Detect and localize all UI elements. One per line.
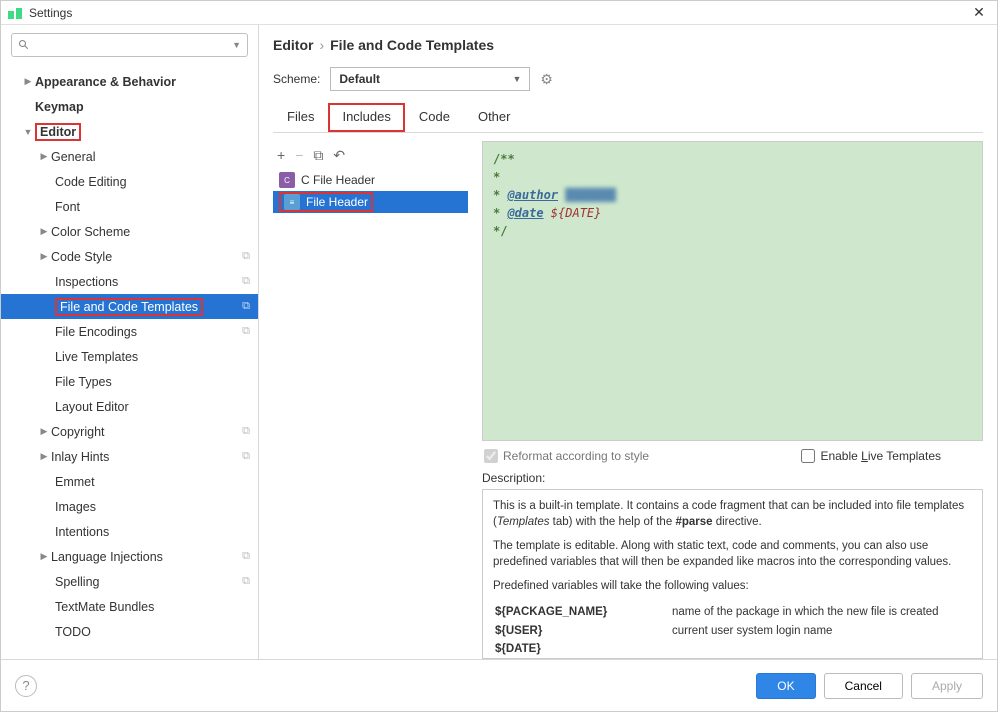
var-row: ${DATE} <box>495 641 970 657</box>
tree-layout-editor[interactable]: Layout Editor <box>1 394 258 419</box>
search-icon <box>18 39 30 51</box>
template-toolbar: + − ⧉ ↶ <box>273 141 468 169</box>
template-file-header[interactable]: ≡ File Header <box>273 191 468 213</box>
ok-button[interactable]: OK <box>756 673 815 699</box>
app-icon <box>7 5 23 21</box>
help-button[interactable]: ? <box>15 675 37 697</box>
copy-icon: ⧉ <box>242 575 250 588</box>
tree-font[interactable]: Font <box>1 194 258 219</box>
scheme-select[interactable]: Default▼ <box>330 67 530 91</box>
search-input[interactable] <box>34 38 232 52</box>
file-icon: ≡ <box>284 194 300 210</box>
gear-icon[interactable]: ⚙ <box>540 71 553 88</box>
editor-panel: /** * * @author ███████ * @date ${DATE} … <box>482 141 983 659</box>
tree-live-templates[interactable]: Live Templates <box>1 344 258 369</box>
search-box[interactable]: ▼ <box>11 33 248 57</box>
tree-inlay-hints[interactable]: ▶Inlay Hints⧉ <box>1 444 258 469</box>
undo-icon[interactable]: ↶ <box>333 147 345 164</box>
tab-code[interactable]: Code <box>405 103 464 132</box>
file-icon: C <box>279 172 295 188</box>
template-panel: + − ⧉ ↶ C C File Header ≡ Fi <box>273 141 468 659</box>
titlebar: Settings ✕ <box>1 1 997 25</box>
reformat-checkbox[interactable]: Reformat according to style <box>484 449 649 463</box>
copy-icon: ⧉ <box>242 300 250 313</box>
live-templates-checkbox[interactable]: Enable Live Templates <box>801 449 941 463</box>
tab-files[interactable]: Files <box>273 103 328 132</box>
tree-emmet[interactable]: Emmet <box>1 469 258 494</box>
tree-appearance[interactable]: ▶Appearance & Behavior <box>1 69 258 94</box>
tree-general[interactable]: ▶General <box>1 144 258 169</box>
copy-icon: ⧉ <box>242 250 250 263</box>
copy-icon: ⧉ <box>242 275 250 288</box>
copy-icon: ⧉ <box>242 550 250 563</box>
template-c-file-header[interactable]: C C File Header <box>273 169 468 191</box>
tree-inspections[interactable]: Inspections⧉ <box>1 269 258 294</box>
tree-editor[interactable]: ▼Editor <box>1 119 258 144</box>
tree-code-style[interactable]: ▶Code Style⧉ <box>1 244 258 269</box>
tabs: Files Includes Code Other <box>273 103 983 133</box>
cancel-button[interactable]: Cancel <box>824 673 903 699</box>
tree-file-types[interactable]: File Types <box>1 369 258 394</box>
sidebar: ▼ ▶Appearance & Behavior Keymap ▼Editor … <box>1 25 259 659</box>
tree-keymap[interactable]: Keymap <box>1 94 258 119</box>
tree-intentions[interactable]: Intentions <box>1 519 258 544</box>
settings-tree: ▶Appearance & Behavior Keymap ▼Editor ▶G… <box>1 65 258 659</box>
tree-color-scheme[interactable]: ▶Color Scheme <box>1 219 258 244</box>
copy-icon: ⧉ <box>242 450 250 463</box>
apply-button[interactable]: Apply <box>911 673 983 699</box>
remove-icon[interactable]: − <box>295 147 303 163</box>
tree-file-code-templates[interactable]: File and Code Templates⧉ <box>1 294 258 319</box>
tree-code-editing[interactable]: Code Editing <box>1 169 258 194</box>
footer: ? OK Cancel Apply <box>1 659 997 711</box>
tree-images[interactable]: Images <box>1 494 258 519</box>
var-row: ${USER}current user system login name <box>495 623 970 639</box>
content-panel: Editor›File and Code Templates Scheme: D… <box>259 25 997 659</box>
code-editor[interactable]: /** * * @author ███████ * @date ${DATE} … <box>482 141 983 441</box>
scheme-label: Scheme: <box>273 72 320 86</box>
add-icon[interactable]: + <box>277 147 285 163</box>
tree-copyright[interactable]: ▶Copyright⧉ <box>1 419 258 444</box>
window-title: Settings <box>29 6 967 20</box>
description-label: Description: <box>482 471 983 485</box>
close-button[interactable]: ✕ <box>967 1 991 25</box>
description-box: This is a built-in template. It contains… <box>482 489 983 659</box>
copy-icon: ⧉ <box>242 325 250 338</box>
tree-textmate[interactable]: TextMate Bundles <box>1 594 258 619</box>
tab-includes[interactable]: Includes <box>328 103 404 132</box>
search-chevron-icon[interactable]: ▼ <box>232 40 241 50</box>
chevron-down-icon: ▼ <box>512 74 521 84</box>
copy-icon[interactable]: ⧉ <box>313 147 323 164</box>
var-row: ${PACKAGE_NAME}name of the package in wh… <box>495 604 970 620</box>
tab-other[interactable]: Other <box>464 103 525 132</box>
copy-icon: ⧉ <box>242 425 250 438</box>
tree-spelling[interactable]: Spelling⧉ <box>1 569 258 594</box>
template-list: C C File Header ≡ File Header <box>273 169 468 659</box>
tree-language-injections[interactable]: ▶Language Injections⧉ <box>1 544 258 569</box>
tree-todo[interactable]: TODO <box>1 619 258 644</box>
tree-file-encodings[interactable]: File Encodings⧉ <box>1 319 258 344</box>
breadcrumb: Editor›File and Code Templates <box>273 37 983 53</box>
